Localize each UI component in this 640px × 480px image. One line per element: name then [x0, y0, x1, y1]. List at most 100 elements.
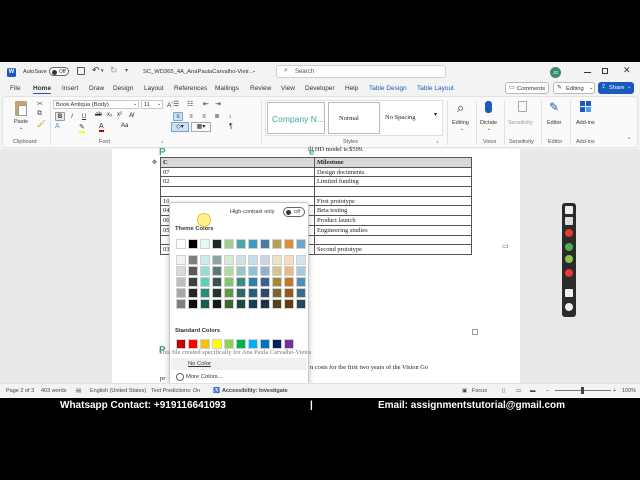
- theme-shade-swatch[interactable]: [260, 255, 270, 265]
- table-move-handle-icon[interactable]: ✥: [152, 159, 157, 166]
- tab-draw[interactable]: Draw: [89, 85, 104, 92]
- tab-help[interactable]: Help: [345, 85, 358, 92]
- theme-shade-swatch[interactable]: [224, 288, 234, 298]
- theme-shade-swatch[interactable]: [188, 299, 198, 309]
- title-dropdown-icon[interactable]: ⌄: [252, 68, 256, 74]
- dictate-button[interactable]: Dictate ⌄: [479, 100, 501, 134]
- font-name-box[interactable]: Book Antiqua (Body) ⌄: [53, 100, 139, 109]
- table-cell[interactable]: 02: [160, 176, 315, 188]
- shading-button[interactable]: ◇▾: [171, 122, 189, 132]
- highlight-icon[interactable]: ✎: [79, 123, 85, 133]
- theme-color-swatch[interactable]: [212, 239, 222, 249]
- theme-shade-swatch[interactable]: [272, 255, 282, 265]
- theme-shade-swatch[interactable]: [224, 277, 234, 287]
- tab-table-design[interactable]: Table Design: [369, 85, 407, 92]
- standard-color-swatch[interactable]: [272, 339, 282, 349]
- theme-shade-swatch[interactable]: [236, 288, 246, 298]
- tab-review[interactable]: Review: [250, 85, 271, 92]
- table-cell[interactable]: Design documents: [314, 166, 472, 178]
- tab-file[interactable]: File: [10, 85, 20, 92]
- no-color-option[interactable]: No Color: [171, 358, 307, 370]
- read-mode-icon[interactable]: ▯: [502, 388, 505, 394]
- comments-button[interactable]: ▭ Comments: [505, 82, 549, 94]
- undo-dropdown-icon[interactable]: ▾: [101, 68, 104, 74]
- autosave-toggle[interactable]: Off: [49, 67, 69, 76]
- theme-shade-swatch[interactable]: [272, 266, 282, 276]
- theme-shade-swatch[interactable]: [296, 266, 306, 276]
- word-count[interactable]: 403 words: [41, 388, 66, 394]
- format-painter-icon[interactable]: 🖌: [37, 120, 46, 128]
- line-spacing-button[interactable]: ↕: [225, 112, 235, 121]
- theme-shade-swatch[interactable]: [188, 288, 198, 298]
- theme-shade-swatch[interactable]: [260, 299, 270, 309]
- theme-shade-swatch[interactable]: [188, 266, 198, 276]
- tab-layout[interactable]: Layout: [144, 85, 164, 92]
- web-layout-icon[interactable]: ▬: [530, 388, 536, 394]
- share-button[interactable]: ⇪ Share ⌄: [598, 82, 634, 94]
- pencil-tool-icon[interactable]: [565, 206, 573, 214]
- style-company-name[interactable]: Company N...: [267, 102, 325, 134]
- camera-icon[interactable]: [565, 217, 573, 225]
- minimize-icon[interactable]: [584, 72, 591, 73]
- theme-shade-swatch[interactable]: [284, 277, 294, 287]
- text-effects-icon[interactable]: A: [55, 123, 60, 130]
- theme-shade-swatch[interactable]: [260, 266, 270, 276]
- theme-shade-swatch[interactable]: [188, 277, 198, 287]
- superscript-icon[interactable]: x²: [117, 112, 122, 118]
- theme-shade-swatch[interactable]: [296, 255, 306, 265]
- standard-color-swatch[interactable]: [176, 339, 186, 349]
- table-header-cell[interactable]: Milestone: [314, 157, 472, 168]
- decrease-indent-icon[interactable]: ⇤: [203, 100, 209, 108]
- customize-qat-icon[interactable]: ▾: [125, 67, 128, 74]
- font-size-box[interactable]: 11 ⌄: [141, 100, 163, 109]
- copy-icon[interactable]: ⧉: [37, 110, 42, 118]
- zoom-slider-thumb[interactable]: [581, 387, 584, 394]
- theme-color-swatch[interactable]: [272, 239, 282, 249]
- editor-button[interactable]: ✎ Editor: [544, 100, 568, 134]
- comment-marker-icon[interactable]: ▭: [502, 242, 509, 250]
- theme-color-swatch[interactable]: [224, 239, 234, 249]
- theme-shade-swatch[interactable]: [272, 299, 282, 309]
- theme-color-swatch[interactable]: [260, 239, 270, 249]
- paste-button[interactable]: Paste ⌄: [11, 101, 33, 131]
- theme-shade-swatch[interactable]: [296, 277, 306, 287]
- sensitivity-button[interactable]: Sensitivity: [507, 100, 539, 134]
- theme-color-swatch[interactable]: [176, 239, 186, 249]
- editing-mode-button[interactable]: ✎ Editing ⌄: [553, 82, 595, 94]
- theme-shade-swatch[interactable]: [176, 277, 186, 287]
- theme-shade-swatch[interactable]: [260, 288, 270, 298]
- theme-shade-swatch[interactable]: [200, 255, 210, 265]
- print-layout-icon[interactable]: ▭: [516, 388, 521, 394]
- font-dialog-launcher-icon[interactable]: ⌟: [161, 138, 163, 144]
- table-cell[interactable]: 07: [160, 166, 315, 178]
- theme-color-swatch[interactable]: [188, 239, 198, 249]
- page-count[interactable]: Page 2 of 3: [6, 388, 34, 394]
- align-left-button[interactable]: ≡: [173, 112, 183, 121]
- change-case-icon[interactable]: Aa: [121, 123, 128, 129]
- theme-shade-swatch[interactable]: [248, 277, 258, 287]
- proofing-icon[interactable]: ▤: [76, 388, 81, 394]
- tab-table-layout[interactable]: Table Layout: [417, 85, 454, 92]
- document-title[interactable]: SC_WD365_4A_AnaPaulaCarvalho-Vieir...: [143, 69, 253, 75]
- borders-button[interactable]: ▦▾: [191, 122, 211, 132]
- tab-developer[interactable]: Developer: [305, 85, 335, 92]
- theme-shade-swatch[interactable]: [248, 299, 258, 309]
- theme-shade-swatch[interactable]: [248, 288, 258, 298]
- style-no-spacing[interactable]: No Spacing: [382, 102, 434, 134]
- standard-color-swatch[interactable]: [236, 339, 246, 349]
- pen-icon[interactable]: [565, 243, 573, 251]
- align-right-button[interactable]: ≡: [199, 112, 209, 121]
- show-formatting-icon[interactable]: ¶: [229, 123, 233, 130]
- theme-shade-swatch[interactable]: [248, 255, 258, 265]
- theme-shade-swatch[interactable]: [212, 255, 222, 265]
- theme-shade-swatch[interactable]: [176, 299, 186, 309]
- styles-dialog-launcher-icon[interactable]: ⌟: [436, 138, 438, 144]
- table-cell[interactable]: [314, 186, 472, 197]
- accessibility-status[interactable]: Accessibility: Investigate: [222, 388, 288, 394]
- zoom-in-icon[interactable]: +: [613, 388, 616, 394]
- tab-view[interactable]: View: [281, 85, 295, 92]
- editing-button[interactable]: ⌕ Editing ⌄: [451, 100, 475, 134]
- high-contrast-toggle[interactable]: Off: [283, 207, 305, 217]
- standard-color-swatch[interactable]: [212, 339, 222, 349]
- justify-button[interactable]: ≣: [212, 112, 222, 121]
